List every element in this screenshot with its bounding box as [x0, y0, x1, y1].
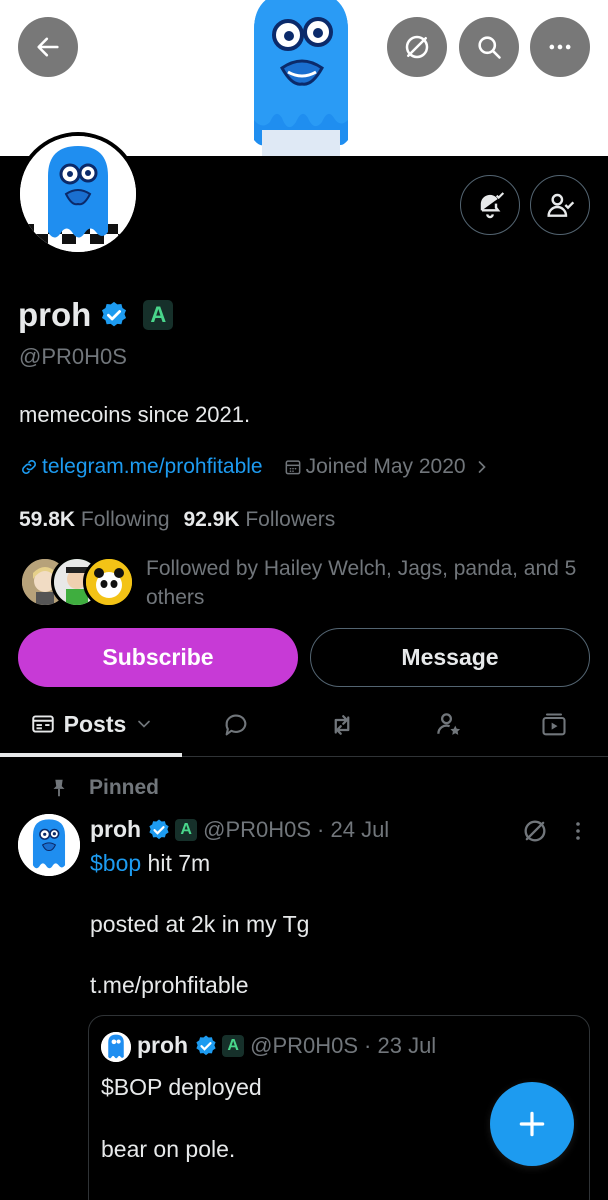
chevron-right-icon[interactable]: [472, 457, 492, 477]
profile-handle: @PR0H0S: [19, 344, 127, 369]
quoted-date: · 23 Jul: [364, 1032, 437, 1058]
cashtag-link[interactable]: $bop: [90, 850, 141, 876]
post-text-line-1: $bop hit 7m: [90, 850, 211, 876]
search-button[interactable]: [459, 17, 519, 77]
following-button[interactable]: [530, 175, 590, 235]
tab-media[interactable]: [524, 695, 584, 755]
avatar-ghost-image: [20, 136, 136, 252]
tab-reposts[interactable]: [312, 695, 372, 755]
hide-icon[interactable]: [521, 817, 549, 845]
ghost-banner-image: [254, 0, 348, 156]
avatar-ghost-image: [18, 814, 80, 876]
post-date[interactable]: · 24 Jul: [317, 817, 389, 843]
post-author-avatar[interactable]: [18, 814, 80, 876]
followed-by-text[interactable]: Followed by Hailey Welch, Jags, panda, a…: [146, 554, 596, 612]
following-stat[interactable]: 59.8K Following: [19, 508, 170, 531]
notifications-button[interactable]: [460, 175, 520, 235]
post-author-handle[interactable]: @PR0H0S: [203, 817, 311, 843]
chevron-down-icon: [138, 720, 151, 728]
bell-check-icon: [480, 192, 505, 219]
back-button[interactable]: [18, 17, 78, 77]
affiliate-badge: A: [175, 818, 198, 841]
quoted-header: proh A @PR0H0S · 23 Jul: [137, 1032, 436, 1059]
link-icon: [22, 460, 36, 474]
post-text-line-2: posted at 2k in my Tg: [90, 911, 310, 937]
profile-tabs: Posts: [0, 695, 608, 757]
profile-link[interactable]: telegram.me/prohfitable: [42, 455, 263, 479]
hide-icon: [405, 35, 429, 59]
affiliate-badge: A: [222, 1034, 245, 1057]
avatar-ghost-image: [101, 1032, 131, 1062]
tab-replies[interactable]: [206, 695, 266, 755]
subscribe-button[interactable]: Subscribe: [18, 628, 298, 687]
quoted-text-line-1: $BOP deployed: [101, 1074, 262, 1100]
profile-name-row: proh A: [18, 296, 174, 334]
media-icon: [542, 713, 566, 736]
tab-highlights[interactable]: [419, 695, 479, 755]
posts-tab-icon: [31, 715, 54, 733]
calendar-icon: [285, 460, 301, 475]
back-arrow-icon: [37, 37, 59, 57]
post-link[interactable]: t.me/prohfitable: [90, 972, 249, 999]
search-icon: [478, 36, 501, 59]
joined-date: Joined May 2020: [305, 455, 466, 478]
tab-posts-label: Posts: [63, 710, 127, 737]
reply-bubble-icon: [225, 714, 247, 736]
pinned-label: Pinned: [48, 776, 159, 800]
user-star-icon: [437, 713, 461, 735]
hide-button[interactable]: [387, 17, 447, 77]
user-check-icon: [547, 193, 575, 217]
message-button[interactable]: Message: [310, 628, 590, 687]
followed-by-avatars[interactable]: [19, 556, 135, 608]
post-header: proh A @PR0H0S · 24 Jul: [90, 816, 389, 843]
profile-name: proh: [18, 296, 92, 333]
tab-posts[interactable]: Posts: [0, 695, 182, 757]
more-button[interactable]: [530, 17, 590, 77]
follow-stats: 59.8K Following 92.9K Followers: [19, 508, 335, 532]
profile-meta: telegram.me/prohfitable Joined May 2020: [19, 455, 492, 479]
profile-bio: memecoins since 2021.: [19, 402, 251, 427]
compose-button[interactable]: [490, 1082, 574, 1166]
verified-badge-icon: [102, 301, 127, 327]
followers-stat[interactable]: 92.9K Followers: [183, 508, 335, 531]
verified-badge-icon: [196, 1035, 216, 1055]
verified-badge-icon: [149, 819, 169, 839]
affiliate-badge[interactable]: A: [143, 300, 174, 330]
quoted-author-name: proh: [137, 1032, 189, 1058]
plus-icon: [519, 1111, 545, 1137]
repost-icon: [334, 715, 350, 735]
pin-icon: [53, 779, 65, 797]
quoted-text-line-2: bear on pole.: [101, 1136, 236, 1162]
post-author-name[interactable]: proh: [90, 816, 141, 843]
more-vertical-icon[interactable]: [566, 817, 590, 845]
more-icon: [549, 44, 571, 50]
quoted-author-avatar: [101, 1032, 131, 1062]
quoted-author-handle: @PR0H0S: [250, 1032, 359, 1058]
follower-avatar: [83, 556, 135, 608]
profile-avatar[interactable]: [16, 132, 140, 256]
